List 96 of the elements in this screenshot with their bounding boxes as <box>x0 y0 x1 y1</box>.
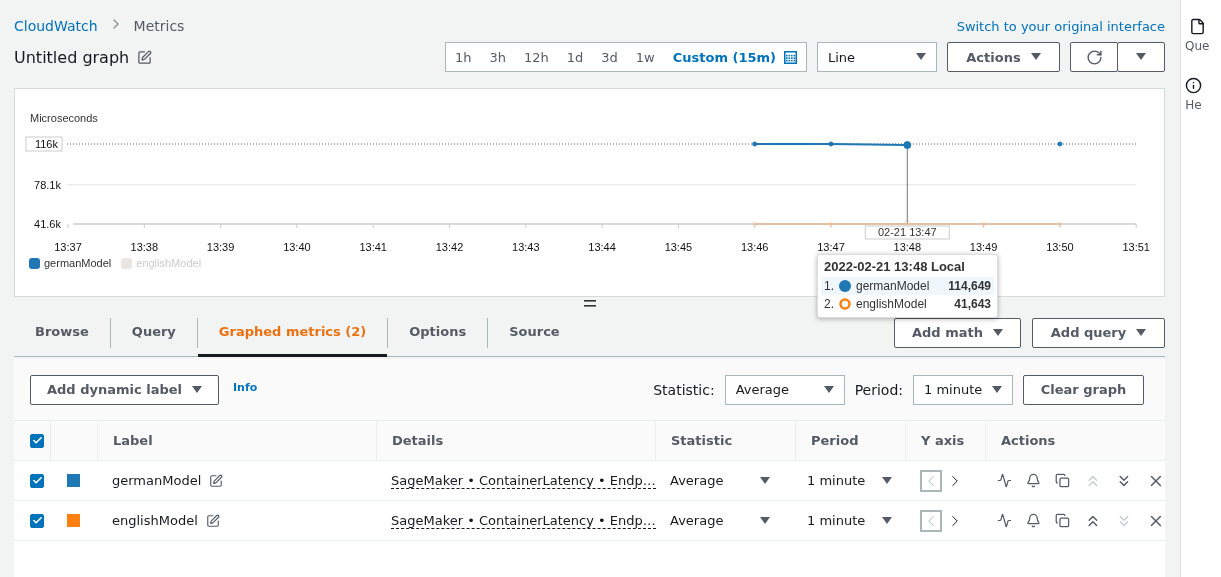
column-header: Details <box>376 421 655 461</box>
time-range-option[interactable]: 1h <box>445 43 481 71</box>
x-tick-label: 13:50 <box>1046 241 1074 253</box>
metric-details[interactable]: SageMaker • ContainerLatency • Endp… <box>391 472 656 489</box>
x-tick-label: 13:45 <box>664 241 693 253</box>
caret-icon <box>192 385 202 394</box>
breadcrumb-link[interactable]: CloudWatch <box>14 18 98 34</box>
x-tick-label: 13:38 <box>130 241 159 253</box>
series-color-swatch[interactable] <box>67 514 80 527</box>
caret-icon <box>760 516 770 525</box>
x-tick-label: 13:42 <box>435 241 464 253</box>
add-query-button[interactable]: Add query <box>1032 317 1165 348</box>
clear-graph-button[interactable]: Clear graph <box>1023 374 1144 405</box>
calendar-icon <box>784 50 797 64</box>
caret-icon <box>760 476 770 485</box>
copy-icon[interactable] <box>1054 473 1070 488</box>
file-icon[interactable] <box>1188 18 1206 35</box>
time-range-option[interactable]: 1w <box>626 43 664 71</box>
time-range-option[interactable]: Custom (15m) <box>663 43 806 71</box>
info-link[interactable]: Info <box>233 381 258 394</box>
x-tick-label: 13:48 <box>893 241 922 253</box>
series-color-swatch[interactable] <box>67 474 80 487</box>
time-range-option[interactable]: 1d <box>557 43 593 71</box>
resize-handle-icon[interactable] <box>583 299 596 307</box>
tab[interactable]: Browse <box>14 308 110 357</box>
y-axis-label: Microseconds <box>30 112 98 124</box>
pulse-icon[interactable] <box>997 513 1012 528</box>
refresh-icon <box>1085 48 1103 66</box>
y-tick-label: 116k <box>34 138 58 150</box>
time-range-option[interactable]: 12h <box>514 43 558 71</box>
pulse-icon[interactable] <box>997 473 1012 488</box>
tab[interactable]: Options <box>388 308 488 357</box>
legend-item[interactable]: germanModel <box>29 257 112 269</box>
crosshair-time-label: 02-21 13:47 <box>864 225 950 240</box>
period-label: Period: <box>854 381 903 398</box>
tab[interactable]: Query <box>110 308 197 357</box>
edit-icon[interactable] <box>209 473 224 488</box>
select-all-checkbox[interactable] <box>30 433 44 448</box>
row-checkbox[interactable] <box>30 473 44 488</box>
copy-icon[interactable] <box>1054 513 1070 528</box>
x-tick-label: 13:37 <box>54 241 82 253</box>
caret-icon <box>992 385 1002 394</box>
statistic-select[interactable]: Average <box>724 374 845 405</box>
edit-icon[interactable] <box>137 49 153 65</box>
refresh-options-button[interactable] <box>1117 42 1165 72</box>
column-header: Y axis <box>905 421 985 461</box>
y-tick-label: 41.6k <box>34 218 61 230</box>
statistic-label: Statistic: <box>653 381 715 398</box>
tooltip-row: 1. germanModel 114,649 <box>821 277 994 295</box>
x-tick-label: 13:49 <box>969 241 998 253</box>
column-header: Actions <box>985 421 1165 461</box>
column-header: Label <box>97 421 376 461</box>
x-tick-label: 13:47 <box>817 241 845 253</box>
x-tick-label: 13:41 <box>359 241 387 253</box>
caret-icon <box>993 328 1003 337</box>
y-tick-label: 78.1k <box>34 178 61 191</box>
caret-icon <box>882 476 892 485</box>
caret-icon <box>882 516 892 525</box>
add-math-button[interactable]: Add math <box>894 317 1021 348</box>
period-select[interactable]: 1 minute <box>913 374 1013 405</box>
y-tick-highlight <box>25 136 63 152</box>
x-tick-label: 13:51 <box>1122 241 1150 253</box>
x-tick-label: 13:43 <box>512 241 540 253</box>
switch-interface-link[interactable]: Switch to your original interface <box>956 18 1165 34</box>
row-checkbox[interactable] <box>30 513 44 528</box>
refresh-button[interactable] <box>1070 42 1118 72</box>
tooltip-row-text: 2. englishModel 41,643 <box>823 296 992 313</box>
metric-details[interactable]: SageMaker • ContainerLatency • Endp… <box>391 512 656 529</box>
dynamic-label-button[interactable]: Add dynamic label <box>30 374 219 405</box>
chart-type-select[interactable]: Line <box>817 42 937 72</box>
metric-label: germanModel <box>112 473 202 488</box>
x-tick-label: 13:40 <box>283 241 311 253</box>
side-panel-label[interactable]: Que <box>1185 39 1210 53</box>
breadcrumb-current: Metrics <box>133 18 185 34</box>
caret-icon <box>1030 53 1041 61</box>
caret-icon <box>916 53 926 61</box>
caret-icon <box>1136 328 1147 337</box>
edit-icon[interactable] <box>205 513 220 528</box>
x-tick-label: 13:44 <box>588 241 616 253</box>
column-header: Statistic <box>655 421 795 461</box>
tab[interactable]: Source <box>488 308 581 357</box>
graph-title: Untitled graph <box>14 47 130 67</box>
caret-icon <box>823 385 834 394</box>
actions-button[interactable]: Actions <box>947 42 1060 72</box>
time-range-option[interactable]: 3d <box>592 43 627 71</box>
side-panel-label[interactable]: He <box>1185 98 1202 112</box>
metric-label: englishModel <box>112 513 198 528</box>
bell-icon[interactable] <box>1025 513 1041 528</box>
bell-icon[interactable] <box>1025 473 1041 488</box>
tooltip-title: 2022-02-21 13:48 Local <box>823 259 966 276</box>
time-range-option[interactable]: 3h <box>480 43 515 71</box>
x-tick-label: 13:39 <box>206 241 235 253</box>
column-header: Period <box>795 421 905 461</box>
info-icon[interactable] <box>1185 77 1202 94</box>
caret-icon <box>1136 53 1146 61</box>
x-tick-label: 13:46 <box>740 241 769 253</box>
